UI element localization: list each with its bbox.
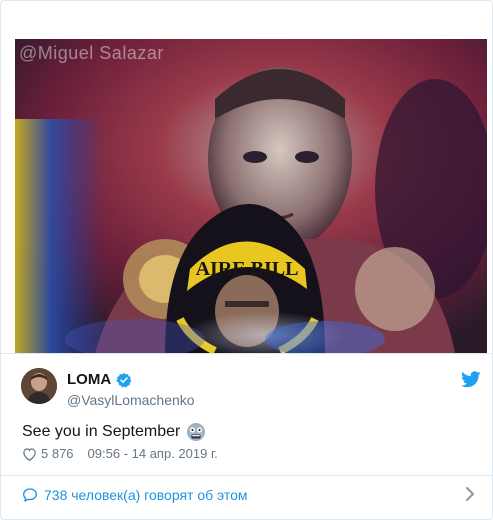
chevron-right-icon[interactable] (465, 486, 475, 502)
author-display-name[interactable]: LOMA (67, 371, 111, 388)
author-handle[interactable]: @VasylLomachenko (67, 392, 195, 408)
speech-bubble-icon (23, 488, 37, 502)
avatar[interactable] (21, 368, 57, 404)
conversation-link[interactable]: 738 человек(а) говорят об этом (22, 485, 482, 505)
like-count[interactable]: 5 876 (41, 446, 74, 461)
author-name-row[interactable]: LOMA (67, 371, 132, 388)
tweet-meta: 5 876 09:56 - 14 апр. 2019 г. (22, 446, 218, 461)
divider (1, 475, 492, 476)
tweet-timestamp[interactable]: 09:56 - 14 апр. 2019 г. (88, 446, 218, 461)
tweet-text: See you in September (22, 422, 206, 442)
twitter-bird-icon[interactable] (461, 371, 481, 388)
tweet-embed-card: AIRE BILL @Miguel Salazar LOMA @VasylLom… (0, 0, 493, 520)
divider (1, 353, 492, 354)
astonished-face-emoji (187, 423, 206, 441)
tweet-text-content: See you in September (22, 423, 181, 440)
heart-outline-icon[interactable] (22, 447, 37, 461)
verified-badge-icon (116, 372, 132, 387)
conversation-count-label[interactable]: 738 человек(а) говорят об этом (44, 487, 248, 503)
photo-watermark: @Miguel Salazar (19, 43, 164, 63)
boxer-photo-illustration: AIRE BILL (15, 39, 487, 353)
avatar-image (21, 368, 57, 404)
tweet-photo[interactable]: AIRE BILL @Miguel Salazar (15, 39, 487, 353)
